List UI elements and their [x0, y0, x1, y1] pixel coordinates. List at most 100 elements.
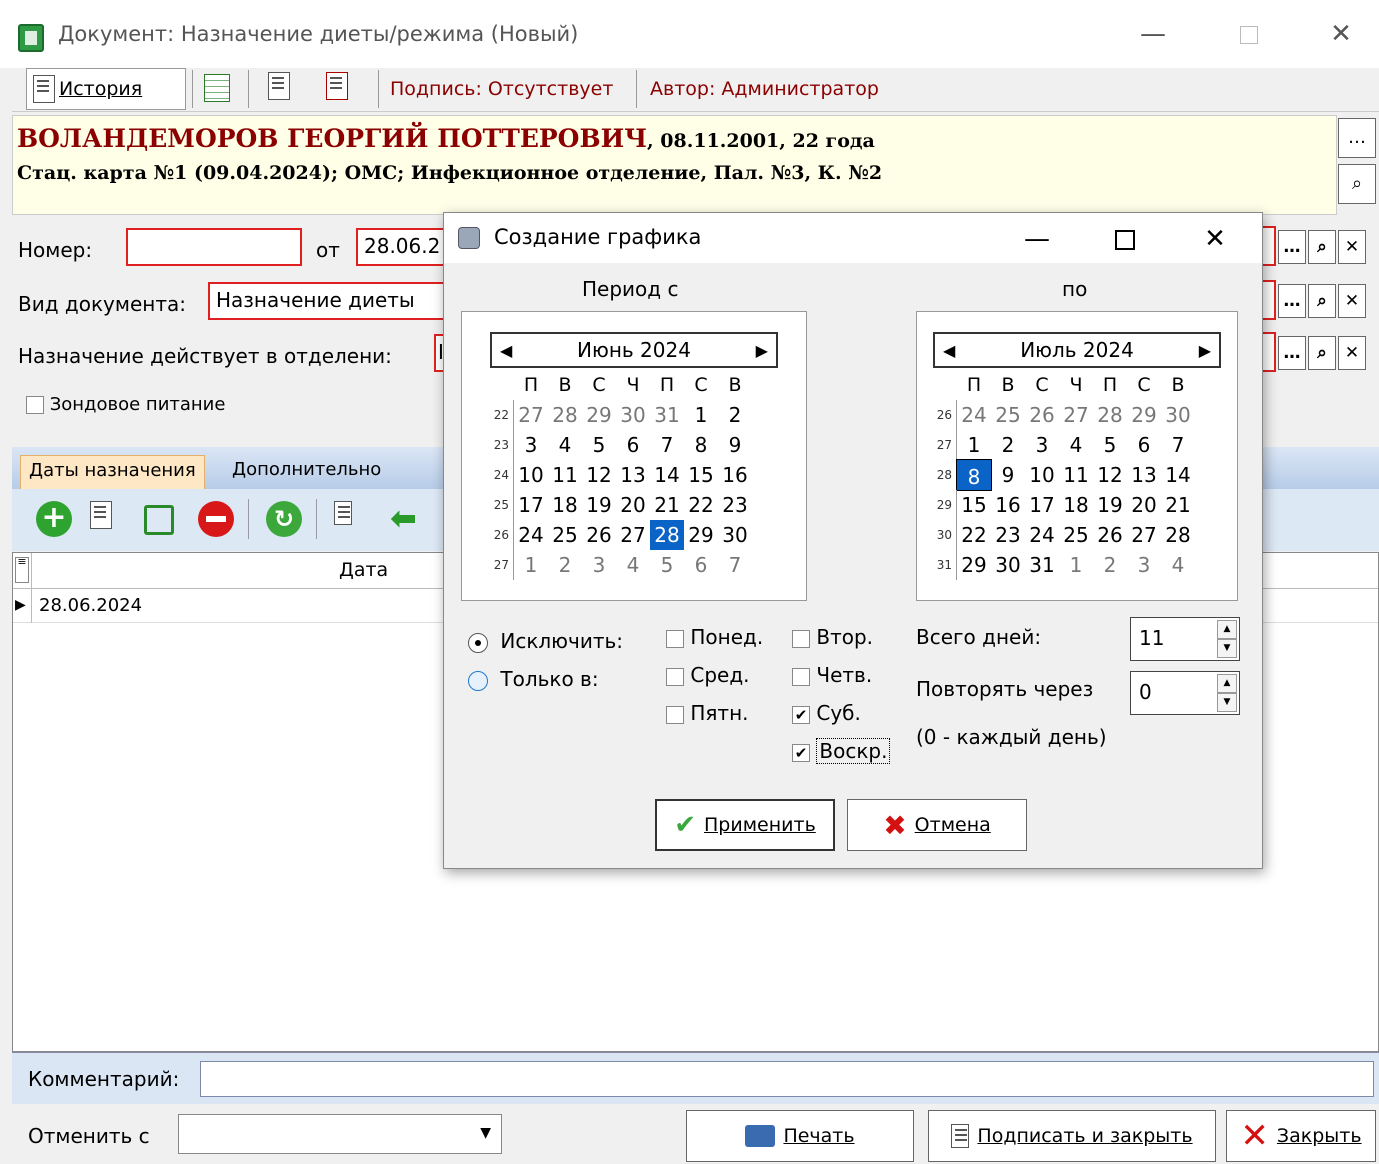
calendar-day[interactable]: 26 [1025, 400, 1059, 430]
calendar-day[interactable]: 4 [1059, 430, 1093, 460]
calendar-day[interactable]: 6 [684, 550, 718, 580]
history-button[interactable]: История [26, 68, 186, 110]
calendar-day[interactable]: 6 [1127, 430, 1161, 460]
calendar-day[interactable]: 30 [616, 400, 650, 430]
calendar-day[interactable]: 5 [650, 550, 684, 580]
calendar-day[interactable]: 28 [1093, 400, 1127, 430]
calendar-day[interactable]: 12 [1093, 460, 1127, 490]
calendar-day[interactable]: 7 [718, 550, 752, 580]
tue-checkbox-row[interactable]: Втор. [792, 625, 873, 649]
dialog-close-button[interactable]: ✕ [1192, 221, 1238, 257]
calendar-day[interactable]: 8 [684, 430, 718, 460]
mon-checkbox[interactable] [666, 629, 684, 648]
calendar-day[interactable]: 11 [1059, 460, 1093, 490]
thu-checkbox[interactable] [792, 667, 810, 686]
calendar-day[interactable]: 31 [650, 400, 684, 430]
patient-search-button[interactable]: ⌕ [1338, 164, 1376, 204]
dialog-minimize-button[interactable]: — [1014, 221, 1060, 257]
probe-checkbox[interactable] [26, 396, 44, 414]
arrow-left-icon[interactable]: ⬅ [390, 501, 426, 537]
doc-type-more-button[interactable]: … [1278, 284, 1306, 318]
repeat-spinner[interactable]: 0 ▲ ▼ [1130, 671, 1240, 715]
calendar-day[interactable]: 27 [1059, 400, 1093, 430]
doc-type-search-icon[interactable]: ⌕ [1308, 284, 1336, 318]
calendar-day[interactable]: 15 [684, 460, 718, 490]
sat-checkbox-row[interactable]: ✔ Суб. [792, 701, 861, 725]
date-more-button[interactable]: … [1278, 230, 1306, 264]
prev-month-icon[interactable]: ◀ [943, 341, 955, 360]
spin-up-icon[interactable]: ▲ [1217, 620, 1237, 639]
calendar-day[interactable]: 9 [718, 430, 752, 460]
calendar-day[interactable]: 2 [718, 400, 752, 430]
calendar-day[interactable]: 4 [616, 550, 650, 580]
date-clear-icon[interactable]: ✕ [1338, 230, 1366, 264]
calendar-day[interactable]: 31 [1025, 550, 1059, 580]
dept-search-icon[interactable]: ⌕ [1308, 336, 1336, 370]
calendar-from[interactable]: ◀ Июнь 2024 ▶ П В С Ч П С В 22 27 28 29 30 31 1 2 23 3 4 5… [461, 311, 807, 601]
calendar-day[interactable]: 30 [718, 520, 752, 550]
calendar-day[interactable]: 23 [991, 520, 1025, 550]
calendar-day[interactable]: 15 [957, 490, 991, 520]
calendar-day[interactable]: 17 [514, 490, 548, 520]
calendar-day[interactable]: 29 [582, 400, 616, 430]
close-window-button[interactable]: ✕ [1318, 14, 1364, 54]
cancel-from-select[interactable]: ▼ [178, 1114, 502, 1154]
calendar-day[interactable]: 2 [548, 550, 582, 580]
prev-month-icon[interactable]: ◀ [500, 341, 512, 360]
calendar-day[interactable]: 29 [957, 550, 991, 580]
exclude-radio-row[interactable]: Исключить: [468, 629, 623, 653]
tab-additional[interactable]: Дополнительно [224, 455, 389, 489]
calendar-day[interactable]: 1 [684, 400, 718, 430]
calendar-day[interactable]: 16 [991, 490, 1025, 520]
calendar-to-days[interactable]: П В С Ч П С В 26 24 25 26 27 28 29 30 27 1 2 3 4 5 6 7 28 8 9 10 11… [933, 370, 1233, 580]
calendar-day[interactable]: 12 [582, 460, 616, 490]
calendar-day[interactable]: 29 [684, 520, 718, 550]
grid-menu-icon[interactable]: ≡ [15, 556, 29, 583]
next-month-icon[interactable]: ▶ [756, 341, 768, 360]
calendar-day[interactable]: 1 [957, 430, 991, 460]
sun-checkbox[interactable]: ✔ [792, 743, 810, 762]
calendar-day[interactable]: 10 [1025, 460, 1059, 490]
sat-checkbox[interactable]: ✔ [792, 705, 810, 724]
spin-down-icon[interactable]: ▼ [1217, 693, 1237, 712]
calendar-day[interactable]: 30 [991, 550, 1025, 580]
close-button[interactable]: ✕ Закрыть [1226, 1110, 1376, 1162]
calendar-day[interactable]: 27 [514, 400, 548, 430]
refresh-icon[interactable]: ↻ [266, 501, 302, 537]
calendar-day[interactable]: 7 [650, 430, 684, 460]
dept-clear-icon[interactable]: ✕ [1338, 336, 1366, 370]
calendar-day[interactable]: 24 [1025, 520, 1059, 550]
unsign-doc-icon[interactable] [326, 72, 348, 105]
calendar-day[interactable]: 3 [1025, 430, 1059, 460]
wed-checkbox[interactable] [666, 667, 684, 686]
number-field[interactable] [126, 228, 302, 266]
calendar-day[interactable]: 23 [718, 490, 752, 520]
next-month-icon[interactable]: ▶ [1199, 341, 1211, 360]
apply-button[interactable]: ✔ Применить [655, 799, 835, 851]
spin-up-icon[interactable]: ▲ [1217, 674, 1237, 693]
calendar-day[interactable]: 30 [1161, 400, 1195, 430]
calendar-day[interactable]: 28 [650, 520, 684, 550]
total-days-spinner[interactable]: 11 ▲ ▼ [1130, 617, 1240, 661]
thu-checkbox-row[interactable]: Четв. [792, 663, 872, 687]
tue-checkbox[interactable] [792, 629, 810, 648]
dialog-maximize-button[interactable] [1102, 221, 1148, 257]
dept-more-button[interactable]: … [1278, 336, 1306, 370]
calendar-day[interactable]: 1 [1059, 550, 1093, 580]
calendar-day[interactable]: 20 [616, 490, 650, 520]
calendar-day[interactable]: 18 [1059, 490, 1093, 520]
calendar-day[interactable]: 6 [616, 430, 650, 460]
calendar-day[interactable]: 18 [548, 490, 582, 520]
calendar-day[interactable]: 19 [1093, 490, 1127, 520]
calendar-day[interactable]: 7 [1161, 430, 1195, 460]
fri-checkbox[interactable] [666, 705, 684, 724]
calendar-day[interactable]: 13 [1127, 460, 1161, 490]
calendar-day[interactable]: 28 [1161, 520, 1195, 550]
tab-dates[interactable]: Даты назначения [20, 455, 205, 489]
calendar-day[interactable]: 8 [956, 459, 992, 491]
date-search-icon[interactable]: ⌕ [1308, 230, 1336, 264]
calendar-day[interactable]: 13 [616, 460, 650, 490]
table-icon[interactable] [204, 74, 230, 102]
mon-checkbox-row[interactable]: Понед. [666, 625, 763, 649]
calendar-day[interactable]: 21 [1161, 490, 1195, 520]
